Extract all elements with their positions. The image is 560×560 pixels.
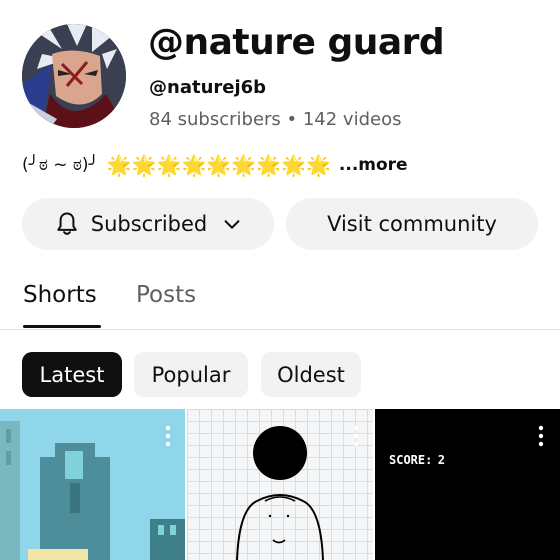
score-label: SCORE: xyxy=(389,453,433,467)
channel-avatar[interactable] xyxy=(22,24,126,128)
sketch-figure-image xyxy=(236,426,324,560)
channel-description[interactable]: (╯ಠ ~ ಠ)╯ 🌟🌟🌟🌟🌟🌟🌟🌟🌟 ...more xyxy=(22,152,408,178)
subscribed-button[interactable]: Subscribed xyxy=(22,198,274,250)
visit-community-label: Visit community xyxy=(327,212,497,236)
bell-icon xyxy=(56,212,77,235)
tab-shorts[interactable]: Shorts xyxy=(23,282,97,308)
channel-tabs: Shorts Posts xyxy=(0,268,560,330)
filter-chip-latest[interactable]: Latest xyxy=(22,352,122,397)
more-link[interactable]: ...more xyxy=(339,155,408,175)
filter-chip-oldest[interactable]: Oldest xyxy=(261,352,361,397)
subscribed-label: Subscribed xyxy=(90,212,208,236)
score-readout: SCORE: 2 xyxy=(389,453,445,467)
tab-posts[interactable]: Posts xyxy=(136,282,196,308)
channel-header: @nature guard @naturej6b 84 subscribers … xyxy=(0,0,560,150)
chevron-down-icon xyxy=(224,220,240,229)
filter-chip-popular[interactable]: Popular xyxy=(134,352,248,397)
shorts-grid: SCORE: 2 xyxy=(0,409,560,560)
channel-name: @nature guard xyxy=(148,22,445,63)
more-vert-icon[interactable] xyxy=(353,425,359,447)
description-stars: 🌟🌟🌟🌟🌟🌟🌟🌟🌟 xyxy=(106,153,331,177)
selected-tab-indicator xyxy=(23,325,101,328)
visit-community-button[interactable]: Visit community xyxy=(286,198,538,250)
short-thumbnail[interactable] xyxy=(0,409,185,560)
short-thumbnail[interactable]: SCORE: 2 xyxy=(375,409,560,560)
channel-stats: 84 subscribers • 142 videos xyxy=(149,109,402,130)
description-prefix: (╯ಠ ~ ಠ)╯ xyxy=(22,155,99,175)
channel-handle: @naturej6b xyxy=(149,77,267,98)
more-vert-icon[interactable] xyxy=(538,425,544,447)
more-vert-icon[interactable] xyxy=(165,425,171,447)
pixel-city-image xyxy=(0,409,185,560)
score-value: 2 xyxy=(437,453,446,467)
short-thumbnail[interactable] xyxy=(187,409,373,560)
